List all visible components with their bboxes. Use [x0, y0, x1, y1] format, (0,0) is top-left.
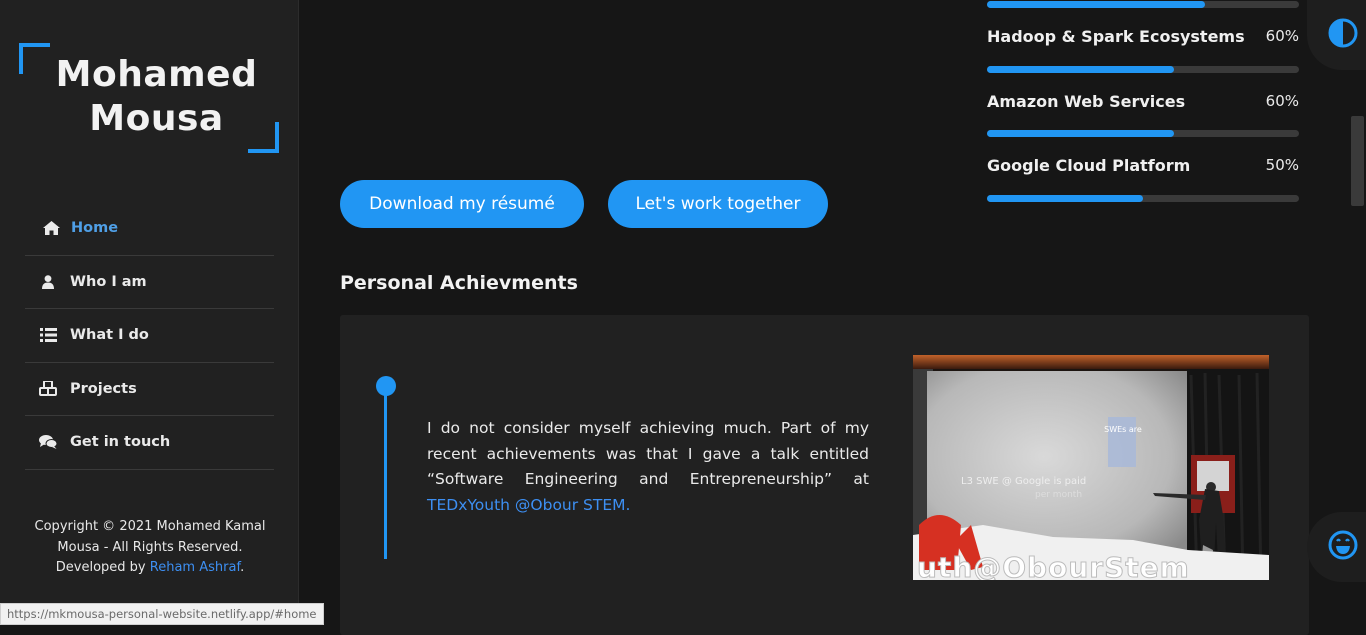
cubes-icon	[34, 381, 62, 397]
logo[interactable]: Mohamed Mousa	[19, 43, 279, 153]
scrollbar-thumb[interactable]	[1351, 116, 1364, 206]
developed-by-label: Developed by	[55, 560, 146, 575]
skill-bar-fill	[987, 66, 1175, 73]
skill-percent: 60%	[1265, 92, 1299, 110]
logo-name: Mohamed Mousa	[49, 53, 264, 141]
skill-percent: 60%	[1265, 27, 1299, 45]
slide-text: L3 SWE @ Google is paid	[961, 476, 1086, 487]
skill-bar	[987, 130, 1299, 137]
skill-bar	[987, 195, 1299, 202]
nav-item-who-i-am[interactable]: Who I am	[25, 256, 274, 309]
logo-line-2: Mousa	[89, 98, 224, 139]
developed-by: Developed by Reham Ashraf.	[20, 558, 280, 579]
copyright-line-2: Mousa - All Rights Reserved.	[57, 539, 243, 555]
nav-item-get-in-touch[interactable]: Get in touch	[25, 416, 274, 470]
achievement-text: I do not consider myself achieving much.…	[427, 416, 869, 519]
work-together-button[interactable]: Let's work together	[608, 180, 828, 228]
skill-name: Google Cloud Platform	[987, 156, 1191, 175]
nav-item-projects[interactable]: Projects	[25, 363, 274, 416]
status-bar-url: https://mkmousa-personal-website.netlify…	[0, 603, 324, 625]
timeline-line	[384, 393, 387, 559]
smile-icon	[1327, 529, 1359, 565]
comments-icon	[34, 435, 62, 450]
nav-item-what-i-do[interactable]: What I do	[25, 309, 274, 363]
copyright: Copyright © 2021 Mohamed Kamal Mousa - A…	[20, 517, 280, 579]
logo-corner-top-left	[19, 43, 50, 74]
home-icon	[37, 221, 65, 236]
nav-label-what-i-do: What I do	[70, 327, 149, 344]
skill-bar	[987, 66, 1299, 73]
emoji-button[interactable]	[1307, 512, 1366, 582]
logo-line-1: Mohamed	[55, 54, 258, 95]
tedx-link[interactable]: TEDxYouth @Obour STEM.	[427, 496, 630, 514]
skill-bar-fill	[987, 195, 1143, 202]
slide-label: SWEs are	[1104, 425, 1142, 434]
developer-link[interactable]: Reham Ashraf	[150, 560, 240, 575]
nav-item-home[interactable]: Home	[25, 202, 274, 256]
stage-letters: uth@ObourStem	[917, 551, 1190, 580]
achievements-title: Personal Achievments	[340, 272, 578, 294]
nav-label-get-in-touch: Get in touch	[70, 434, 171, 451]
skill-name: Hadoop & Spark Ecosystems	[987, 27, 1245, 46]
tedx-talk-photo: SWEs are L3 SWE @ Google is paid per mon…	[913, 355, 1269, 580]
nav-label-home: Home	[71, 220, 119, 237]
user-icon	[34, 274, 62, 289]
achievement-body: I do not consider myself achieving much.…	[427, 419, 869, 489]
sidebar-nav: Home Who I am What I do Projects Get in …	[25, 202, 274, 470]
nav-label-projects: Projects	[70, 380, 137, 397]
copyright-line-1: Copyright © 2021 Mohamed Kamal	[34, 519, 266, 534]
sidebar: Mohamed Mousa Home Who I am What I do Pr…	[0, 0, 299, 625]
download-resume-button[interactable]: Download my résumé	[340, 180, 584, 228]
theme-toggle-button[interactable]	[1307, 0, 1366, 70]
skill-percent: 50%	[1265, 156, 1299, 174]
nav-label-who-i-am: Who I am	[70, 273, 147, 290]
developed-by-period: .	[240, 560, 245, 575]
list-icon	[34, 328, 62, 343]
skill-bar-fill	[987, 130, 1175, 137]
achievement-card: I do not consider myself achieving much.…	[340, 315, 1309, 635]
skill-name: Amazon Web Services	[987, 92, 1186, 111]
skill-bar-top-partial	[987, 1, 1299, 8]
slide-text-2: per month	[1035, 490, 1082, 500]
skill-bar-top-fill	[987, 1, 1206, 8]
contrast-icon	[1327, 17, 1359, 53]
